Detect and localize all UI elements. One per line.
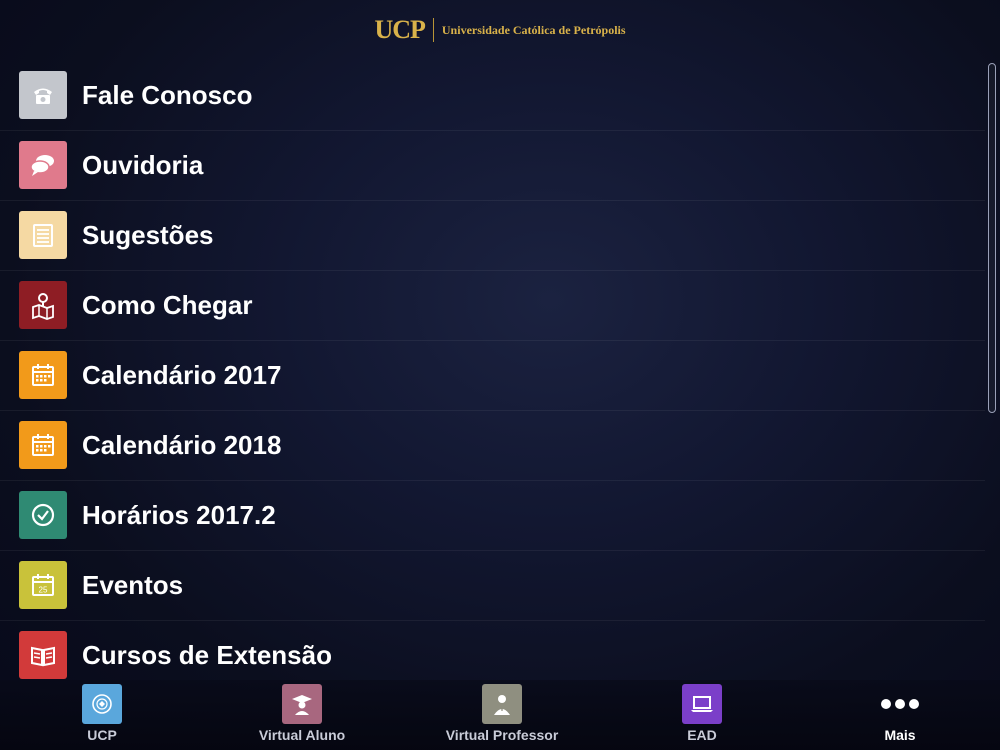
professor-icon bbox=[482, 684, 522, 724]
tab-label: UCP bbox=[87, 727, 117, 743]
university-seal-icon bbox=[82, 684, 122, 724]
svg-text:25: 25 bbox=[39, 586, 48, 595]
tab-bar: UCP Virtual Aluno Virtual Professor EAD … bbox=[0, 680, 1000, 750]
tab-label: Virtual Professor bbox=[445, 727, 559, 743]
menu-item-label: Sugestões bbox=[82, 219, 214, 250]
calendar-icon bbox=[19, 421, 67, 469]
tab-label: EAD bbox=[687, 727, 717, 743]
open-book-icon bbox=[19, 631, 67, 679]
ucp-logo: UCP Universidade Católica de Petrópolis bbox=[374, 15, 625, 45]
menu-item-eventos[interactable]: 25 Eventos bbox=[0, 550, 985, 621]
calendar-icon bbox=[19, 351, 67, 399]
menu-item-label: Calendário 2018 bbox=[82, 429, 282, 460]
calendar-day-icon: 25 bbox=[19, 561, 67, 609]
map-pin-icon bbox=[19, 281, 67, 329]
tab-virtual-professor[interactable]: Virtual Professor bbox=[422, 684, 582, 746]
menu-item-fale-conosco[interactable]: Fale Conosco bbox=[0, 60, 985, 131]
tab-mais[interactable]: Mais bbox=[820, 684, 980, 746]
graduate-icon bbox=[282, 684, 322, 724]
menu-item-horarios[interactable]: Horários 2017.2 bbox=[0, 480, 985, 551]
laptop-icon bbox=[682, 684, 722, 724]
menu-item-sugestoes[interactable]: Sugestões bbox=[0, 200, 985, 271]
scrollbar[interactable] bbox=[988, 63, 996, 413]
tab-label: Mais bbox=[884, 727, 916, 743]
menu-item-como-chegar[interactable]: Como Chegar bbox=[0, 270, 985, 341]
tab-ead[interactable]: EAD bbox=[622, 684, 782, 746]
menu-item-label: Ouvidoria bbox=[82, 149, 204, 180]
tab-ucp[interactable]: UCP bbox=[22, 684, 182, 746]
speech-bubbles-icon bbox=[19, 141, 67, 189]
clock-icon bbox=[19, 491, 67, 539]
more-dots-icon bbox=[881, 684, 919, 724]
menu-item-calendario-2018[interactable]: Calendário 2018 bbox=[0, 410, 985, 481]
menu-list[interactable]: Fale Conosco Ouvidoria Sugestões Como Ch… bbox=[0, 60, 985, 680]
menu-item-label: Calendário 2017 bbox=[82, 359, 282, 390]
menu-item-label: Cursos de Extensão bbox=[82, 639, 332, 670]
menu-item-label: Horários 2017.2 bbox=[82, 499, 276, 530]
menu-item-cursos-extensao[interactable]: Cursos de Extensão bbox=[0, 620, 985, 680]
tab-label: Virtual Aluno bbox=[258, 727, 346, 743]
logo-divider bbox=[432, 18, 434, 42]
menu-item-label: Eventos bbox=[82, 569, 184, 600]
notepad-icon bbox=[19, 211, 67, 259]
menu-item-label: Fale Conosco bbox=[82, 79, 253, 110]
menu-item-label: Como Chegar bbox=[82, 289, 253, 320]
menu-item-calendario-2017[interactable]: Calendário 2017 bbox=[0, 340, 985, 411]
app-header: UCP Universidade Católica de Petrópolis bbox=[0, 0, 1000, 60]
logo-text: Universidade Católica de Petrópolis bbox=[441, 22, 626, 37]
tab-virtual-aluno[interactable]: Virtual Aluno bbox=[222, 684, 382, 746]
logo-mark: UCP bbox=[374, 15, 425, 44]
telephone-icon bbox=[19, 71, 67, 119]
menu-item-ouvidoria[interactable]: Ouvidoria bbox=[0, 130, 985, 201]
